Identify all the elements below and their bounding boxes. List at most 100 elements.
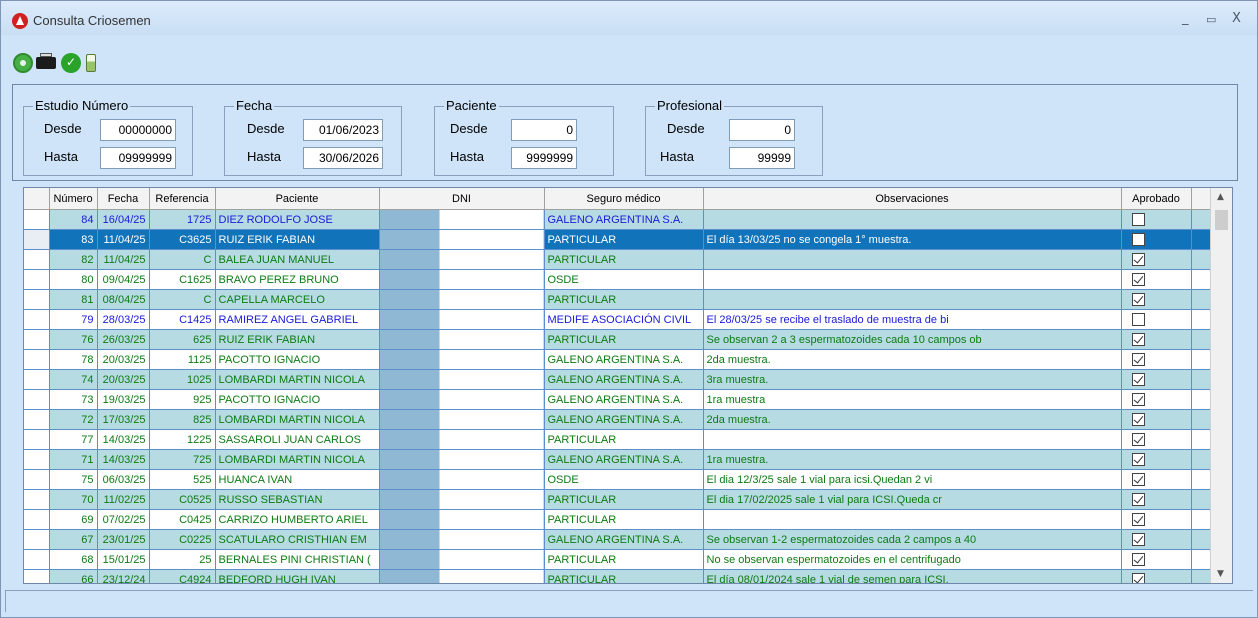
cell-observaciones[interactable] bbox=[703, 249, 1122, 270]
cell-paciente[interactable]: LOMBARDI MARTIN NICOLA bbox=[215, 449, 380, 470]
table-row[interactable]: 76 26/03/25 625 RUIZ ERIK FABIAN PARTICULAR S… bbox=[24, 329, 1212, 350]
cell-paciente[interactable]: BALEA JUAN MANUEL bbox=[215, 249, 380, 270]
cell-numero[interactable]: 84 bbox=[49, 209, 98, 230]
cell-fecha[interactable]: 06/03/25 bbox=[97, 469, 150, 490]
cell-observaciones[interactable]: Se observan 2 a 3 espermatozoides cada 1… bbox=[703, 329, 1122, 350]
cell-referencia[interactable]: C0225 bbox=[149, 529, 216, 550]
cell-dni[interactable] bbox=[379, 569, 545, 583]
cell-referencia[interactable]: C bbox=[149, 289, 216, 310]
cell-paciente[interactable]: RUSSO SEBASTIAN bbox=[215, 489, 380, 510]
cell-fecha[interactable]: 11/02/25 bbox=[97, 489, 150, 510]
cell-dni[interactable] bbox=[379, 529, 545, 550]
cell-numero[interactable]: 70 bbox=[49, 489, 98, 510]
cell-observaciones[interactable]: No se observan espermatozoides en el cen… bbox=[703, 549, 1122, 570]
cell-fecha[interactable]: 20/03/25 bbox=[97, 349, 150, 370]
cell-fecha[interactable]: 23/01/25 bbox=[97, 529, 150, 550]
estudio-desde-input[interactable]: 00000000 bbox=[100, 119, 176, 141]
cell-seguro-medico[interactable]: OSDE bbox=[544, 269, 704, 290]
aprobado-checkbox[interactable] bbox=[1131, 213, 1145, 226]
table-row[interactable]: 80 09/04/25 C1625 BRAVO PEREZ BRUNO OSDE bbox=[24, 269, 1212, 290]
print-icon[interactable] bbox=[36, 53, 56, 69]
cell-numero[interactable]: 74 bbox=[49, 369, 98, 390]
cell-dni[interactable] bbox=[379, 429, 545, 450]
table-row[interactable]: 73 19/03/25 925 PACOTTO IGNACIO GALENO ARGEN… bbox=[24, 389, 1212, 410]
cell-fecha[interactable]: 23/12/24 bbox=[97, 569, 150, 583]
cell-observaciones[interactable]: El dia 17/02/2025 sale 1 vial para ICSI.… bbox=[703, 489, 1122, 510]
cell-dni[interactable] bbox=[379, 309, 545, 330]
cell-dni[interactable] bbox=[379, 369, 545, 390]
cell-observaciones[interactable]: El dia 12/3/25 sale 1 vial para icsi.Que… bbox=[703, 469, 1122, 490]
cell-paciente[interactable]: RUIZ ERIK FABIAN bbox=[215, 229, 380, 250]
aprobado-checkbox[interactable] bbox=[1131, 253, 1145, 266]
cell-aprobado[interactable] bbox=[1121, 449, 1192, 470]
cell-referencia[interactable]: C0525 bbox=[149, 489, 216, 510]
cell-fecha[interactable]: 08/04/25 bbox=[97, 289, 150, 310]
cell-referencia[interactable]: 925 bbox=[149, 389, 216, 410]
cell-fecha[interactable]: 28/03/25 bbox=[97, 309, 150, 330]
cell-referencia[interactable]: C4924 bbox=[149, 569, 216, 583]
cell-observaciones[interactable]: Se observan 1-2 espermatozoides cada 2 c… bbox=[703, 529, 1122, 550]
cell-aprobado[interactable] bbox=[1121, 249, 1192, 270]
cell-dni[interactable] bbox=[379, 289, 545, 310]
estudio-hasta-input[interactable]: 09999999 bbox=[100, 147, 176, 169]
col-seguro-medico[interactable]: Seguro médico bbox=[544, 188, 704, 210]
cell-seguro-medico[interactable]: GALENO ARGENTINA S.A. bbox=[544, 369, 704, 390]
cell-observaciones[interactable] bbox=[703, 509, 1122, 530]
profesional-hasta-input[interactable]: 99999 bbox=[729, 147, 795, 169]
cell-observaciones[interactable]: El 28/03/25 se recibe el traslado de mue… bbox=[703, 309, 1122, 330]
cell-paciente[interactable]: PACOTTO IGNACIO bbox=[215, 389, 380, 410]
cell-observaciones[interactable] bbox=[703, 269, 1122, 290]
cell-aprobado[interactable] bbox=[1121, 289, 1192, 310]
table-row[interactable]: 79 28/03/25 C1425 RAMIREZ ANGEL GABRIEL MEDI… bbox=[24, 309, 1212, 330]
cell-observaciones[interactable]: 2da muestra. bbox=[703, 409, 1122, 430]
cell-paciente[interactable]: SASSAROLI JUAN CARLOS bbox=[215, 429, 380, 450]
aprobado-checkbox[interactable] bbox=[1131, 333, 1145, 346]
cell-referencia[interactable]: 25 bbox=[149, 549, 216, 570]
cell-seguro-medico[interactable]: GALENO ARGENTINA S.A. bbox=[544, 449, 704, 470]
aprobado-checkbox[interactable] bbox=[1131, 453, 1145, 466]
cell-seguro-medico[interactable]: PARTICULAR bbox=[544, 549, 704, 570]
cell-aprobado[interactable] bbox=[1121, 569, 1192, 583]
cell-fecha[interactable]: 07/02/25 bbox=[97, 509, 150, 530]
col-fecha[interactable]: Fecha bbox=[97, 188, 150, 210]
cell-seguro-medico[interactable]: PARTICULAR bbox=[544, 509, 704, 530]
cell-observaciones[interactable] bbox=[703, 429, 1122, 450]
cell-seguro-medico[interactable]: PARTICULAR bbox=[544, 249, 704, 270]
cell-dni[interactable] bbox=[379, 509, 545, 530]
cell-aprobado[interactable] bbox=[1121, 309, 1192, 330]
vial-icon[interactable] bbox=[86, 54, 96, 72]
check-icon[interactable] bbox=[61, 53, 81, 73]
table-row[interactable]: 66 23/12/24 C4924 BEDFORD HUGH IVAN PARTICUL… bbox=[24, 569, 1212, 583]
cell-aprobado[interactable] bbox=[1121, 489, 1192, 510]
aprobado-checkbox[interactable] bbox=[1131, 513, 1145, 526]
cell-referencia[interactable]: C1425 bbox=[149, 309, 216, 330]
cell-fecha[interactable]: 14/03/25 bbox=[97, 449, 150, 470]
cell-observaciones[interactable] bbox=[703, 209, 1122, 230]
table-row[interactable]: 82 11/04/25 C BALEA JUAN MANUEL PARTICULAR bbox=[24, 249, 1212, 270]
aprobado-checkbox[interactable] bbox=[1131, 493, 1145, 506]
cell-numero[interactable]: 79 bbox=[49, 309, 98, 330]
aprobado-checkbox[interactable] bbox=[1131, 353, 1145, 366]
cell-fecha[interactable]: 17/03/25 bbox=[97, 409, 150, 430]
aprobado-checkbox[interactable] bbox=[1131, 273, 1145, 286]
cell-numero[interactable]: 77 bbox=[49, 429, 98, 450]
cell-numero[interactable]: 66 bbox=[49, 569, 98, 583]
close-button[interactable]: X bbox=[1232, 11, 1241, 26]
paciente-hasta-input[interactable]: 9999999 bbox=[511, 147, 577, 169]
col-aprobado[interactable]: Aprobado bbox=[1121, 188, 1192, 210]
cell-paciente[interactable]: DIEZ RODOLFO JOSE bbox=[215, 209, 380, 230]
cell-fecha[interactable]: 11/04/25 bbox=[97, 229, 150, 250]
cell-aprobado[interactable] bbox=[1121, 429, 1192, 450]
cell-referencia[interactable]: 525 bbox=[149, 469, 216, 490]
cell-referencia[interactable]: C0425 bbox=[149, 509, 216, 530]
cell-paciente[interactable]: PACOTTO IGNACIO bbox=[215, 349, 380, 370]
cell-referencia[interactable]: 825 bbox=[149, 409, 216, 430]
col-observaciones[interactable]: Observaciones bbox=[703, 188, 1122, 210]
col-paciente[interactable]: Paciente bbox=[215, 188, 380, 210]
cell-observaciones[interactable]: 3ra muestra. bbox=[703, 369, 1122, 390]
cell-dni[interactable] bbox=[379, 409, 545, 430]
refresh-icon[interactable] bbox=[13, 53, 33, 73]
table-row[interactable]: 78 20/03/25 1125 PACOTTO IGNACIO GALENO ARGE… bbox=[24, 349, 1212, 370]
cell-aprobado[interactable] bbox=[1121, 369, 1192, 390]
cell-aprobado[interactable] bbox=[1121, 409, 1192, 430]
